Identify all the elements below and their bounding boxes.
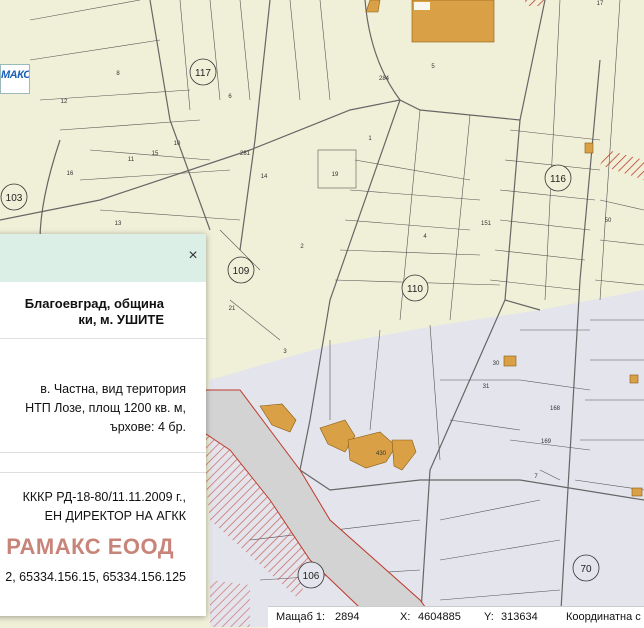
popup-title: Благоевград, община ки, м. УШИТЕ	[0, 296, 164, 328]
parcel-number: 430	[376, 451, 387, 457]
block-number: 106	[303, 571, 320, 582]
parcel-number: 14	[261, 174, 268, 180]
logo-text: МАКС	[1, 69, 30, 81]
company-name: РАМАКС ЕООД	[6, 534, 174, 559]
parcel-number: 50	[605, 218, 612, 224]
parcel-number: 11	[128, 157, 135, 163]
company-logo: МАКС	[0, 64, 30, 94]
parcel-number: 30	[493, 361, 500, 367]
building	[631, 487, 643, 497]
y-label: Y:	[484, 611, 494, 623]
popup-header	[0, 234, 206, 282]
description-line: НТП Лозе, площ 1200 кв. м,	[25, 401, 186, 415]
block-number: 109	[233, 266, 250, 277]
parcel-number: 16	[67, 171, 74, 177]
block-number: 103	[6, 193, 23, 204]
popup-title-line-1: Благоевград, община	[24, 296, 164, 311]
divider	[0, 338, 206, 339]
x-coordinate: 4604885	[418, 611, 461, 623]
cadastral-order: КККР РД-18-80/11.11.2009 г., ЕН ДИРЕКТОР…	[0, 488, 186, 526]
divider	[0, 472, 206, 473]
building	[584, 142, 594, 154]
order-line: ЕН ДИРЕКТОР НА АГКК	[44, 509, 186, 523]
popup-title-line-2: ки, м. УШИТЕ	[78, 312, 164, 327]
order-line: КККР РД-18-80/11.11.2009 г.,	[22, 490, 186, 504]
parcel-number: 17	[597, 1, 604, 7]
coordinate-system-label: Координатна с	[566, 611, 641, 623]
parcel-number: 13	[115, 221, 122, 227]
divider	[0, 452, 206, 453]
parcel-number: 31	[483, 384, 490, 390]
y-coordinate: 313634	[501, 611, 538, 623]
scale-value: 2894	[335, 611, 360, 623]
close-button[interactable]: ×	[185, 248, 201, 264]
parcel-number: 168	[550, 406, 561, 412]
parcel-number: 15	[152, 151, 159, 157]
parcel-number: 10	[174, 141, 181, 147]
parcel-number: 151	[481, 221, 492, 227]
block-number: 70	[580, 564, 592, 575]
block-number: 110	[407, 284, 423, 295]
x-label: X:	[400, 611, 411, 623]
neighbour-parcel-ids: 2, 65334.156.15, 65334.156.125	[5, 570, 186, 584]
status-bar: Мащаб 1: 2894 X: 4604885 Y: 313634 Коорд…	[268, 606, 644, 628]
building	[503, 355, 517, 367]
parcel-info-popup: × Благоевград, община ки, м. УШИТЕ в. Ча…	[0, 234, 206, 616]
building	[629, 374, 639, 384]
block-number: 116	[550, 174, 566, 185]
parcel-number: 19	[332, 172, 339, 178]
parcel-number: 281	[240, 151, 251, 157]
parcel-number: 12	[61, 99, 68, 105]
parcel-number: 284	[379, 76, 390, 82]
parcel-number: 169	[541, 439, 552, 445]
description-line: в. Частна, вид територия	[40, 382, 186, 396]
description-line: ърхове: 4 бр.	[109, 420, 186, 434]
parcel-description: в. Частна, вид територия НТП Лозе, площ …	[0, 380, 186, 437]
block-number: 117	[195, 68, 211, 79]
scale-label: Мащаб 1:	[276, 611, 326, 623]
parcel-number: 21	[229, 306, 236, 312]
